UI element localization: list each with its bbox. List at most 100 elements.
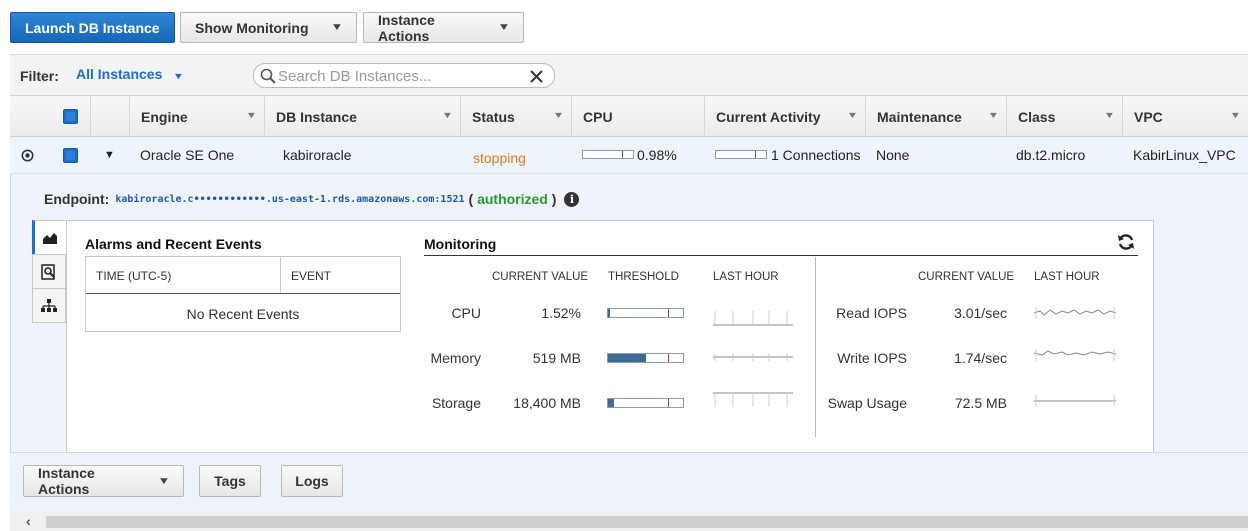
- area-chart-icon: [43, 232, 57, 244]
- table-header: Engine ▼ DB Instance ▼ Status ▼ CPU Current…: [10, 96, 1248, 137]
- header-threshold: THRESHOLD: [608, 271, 679, 283]
- column-header-maintenance[interactable]: Maintenance ▼: [865, 96, 1006, 137]
- threshold-fill: [608, 309, 610, 317]
- metric-value-memory: 519 MB: [532, 350, 581, 366]
- sparkline-storage: [713, 392, 793, 407]
- metric-label-write-iops: Write IOPS: [837, 350, 907, 366]
- cell-vpc: KabirLinux_VPC: [1133, 147, 1236, 163]
- instance-actions-bottom-label: Instance Actions: [38, 465, 95, 497]
- search-box: [253, 63, 555, 88]
- threshold-tick: [668, 309, 669, 317]
- tab-details[interactable]: [32, 254, 66, 289]
- metric-value-storage: 18,400 MB: [513, 395, 581, 411]
- cell-activity: 1 Connections: [771, 147, 861, 163]
- cell-class: db.t2.micro: [1016, 147, 1086, 163]
- row-checkbox[interactable]: [63, 148, 78, 163]
- show-monitoring-button[interactable]: Show Monitoring ▼: [180, 12, 357, 43]
- column-header-current-activity[interactable]: Current Activity ▼: [704, 96, 865, 137]
- column-label: Maintenance: [877, 108, 962, 125]
- show-monitoring-label: Show Monitoring: [195, 19, 309, 36]
- row-radio-icon[interactable]: [21, 149, 34, 162]
- metric-label-cpu: CPU: [451, 305, 481, 321]
- detail-action-bar: Instance Actions ▼ Tags Logs: [10, 452, 1248, 512]
- column-label: Engine: [141, 108, 188, 125]
- header-current-value: CURRENT VALUE: [492, 271, 589, 283]
- logs-button[interactable]: Logs: [281, 465, 343, 497]
- logs-label: Logs: [295, 473, 329, 489]
- column-header-engine[interactable]: Engine ▼: [129, 96, 264, 137]
- expand-column-header: [90, 96, 128, 137]
- monitoring-panel: Alarms and Recent Events TIME (UTC-5) EV…: [66, 220, 1154, 454]
- chevron-down-icon: ▼: [157, 475, 171, 487]
- tab-monitoring[interactable]: [32, 220, 66, 255]
- instance-filter-dropdown[interactable]: All Instances ▼: [76, 66, 185, 82]
- column-label: CPU: [583, 108, 613, 125]
- filter-bar: Filter: All Instances ▼: [10, 54, 1248, 96]
- scroll-left-icon[interactable]: ‹: [26, 513, 31, 529]
- filter-label: Filter:: [20, 68, 59, 84]
- cell-status: stopping: [473, 150, 526, 166]
- header-current-value-right: CURRENT VALUE: [918, 271, 1015, 283]
- metric-value-cpu: 1.52%: [541, 305, 581, 321]
- endpoint: Endpoint: kabiroracle.c••••••••••••.us-e…: [44, 191, 580, 207]
- search-icon: [260, 68, 276, 84]
- activity-threshold-tick: [755, 151, 756, 158]
- refresh-icon[interactable]: [1116, 233, 1136, 251]
- authorization-status: ( authorized ): [469, 191, 557, 207]
- sort-icon: ▼: [846, 110, 859, 120]
- events-col-divider: [280, 257, 281, 293]
- top-toolbar: Launch DB Instance Show Monitoring ▼ Ins…: [0, 0, 1248, 54]
- select-all-checkbox[interactable]: [63, 109, 78, 124]
- threshold-bar-cpu: [607, 308, 684, 318]
- threshold-fill: [608, 354, 646, 362]
- launch-db-instance-button[interactable]: Launch DB Instance: [10, 12, 175, 43]
- filter-selected-value: All Instances: [76, 66, 163, 82]
- metric-label-memory: Memory: [430, 350, 481, 366]
- tags-label: Tags: [214, 473, 246, 489]
- magnifier-doc-icon: [41, 263, 55, 280]
- table-row[interactable]: ▼ Oracle SE One kabiroracle stopping 0.9…: [10, 137, 1248, 174]
- tab-hierarchy[interactable]: [32, 288, 66, 323]
- chevron-down-icon: ▼: [330, 22, 344, 33]
- events-col-time: TIME (UTC-5): [96, 269, 172, 283]
- search-input[interactable]: [278, 67, 522, 85]
- info-icon[interactable]: i: [564, 191, 580, 207]
- threshold-bar-memory: [607, 353, 684, 363]
- metric-value-write-iops: 1.74/sec: [954, 350, 1007, 366]
- sparkline-swap-usage: [1034, 395, 1116, 407]
- monitoring-title: Monitoring: [424, 236, 497, 252]
- instance-actions-button[interactable]: Instance Actions ▼: [363, 12, 524, 44]
- auth-open-paren: (: [468, 191, 474, 207]
- cell-maintenance: None: [876, 147, 910, 163]
- threshold-tick: [668, 399, 669, 407]
- sort-icon: ▼: [1103, 110, 1116, 120]
- expand-caret-icon[interactable]: ▼: [104, 149, 115, 161]
- cell-engine: Oracle SE One: [140, 147, 235, 163]
- instance-actions-bottom-button[interactable]: Instance Actions ▼: [23, 465, 184, 497]
- cell-db-instance: kabiroracle: [283, 147, 352, 163]
- events-empty-message: No Recent Events: [186, 306, 300, 322]
- activity-mini-bar: [715, 150, 767, 159]
- column-header-vpc[interactable]: VPC ▼: [1122, 96, 1248, 137]
- metric-value-swap-usage: 72.5 MB: [954, 395, 1007, 411]
- column-header-status[interactable]: Status ▼: [460, 96, 571, 137]
- auth-close-paren: ): [551, 191, 557, 207]
- column-header-class[interactable]: Class ▼: [1006, 96, 1122, 137]
- cpu-mini-bar: [582, 150, 634, 159]
- scrollbar-thumb[interactable]: [46, 516, 1248, 528]
- cpu-threshold-tick: [622, 151, 623, 158]
- horizontal-scrollbar[interactable]: ‹: [10, 512, 1248, 531]
- header-last-hour: LAST HOUR: [713, 271, 779, 283]
- clear-search-icon[interactable]: [530, 70, 543, 83]
- column-label: Current Activity: [716, 108, 821, 125]
- tags-button[interactable]: Tags: [199, 465, 261, 497]
- column-header-db-instance[interactable]: DB Instance ▼: [264, 96, 460, 137]
- threshold-fill: [608, 399, 614, 407]
- metric-value-read-iops: 3.01/sec: [954, 305, 1007, 321]
- sparkline-memory: [713, 353, 793, 361]
- detail-tabs: [32, 220, 66, 323]
- threshold-tick: [668, 354, 669, 362]
- column-header-cpu[interactable]: CPU: [571, 96, 704, 137]
- sort-icon: ▼: [441, 110, 454, 120]
- metric-label-read-iops: Read IOPS: [836, 305, 907, 321]
